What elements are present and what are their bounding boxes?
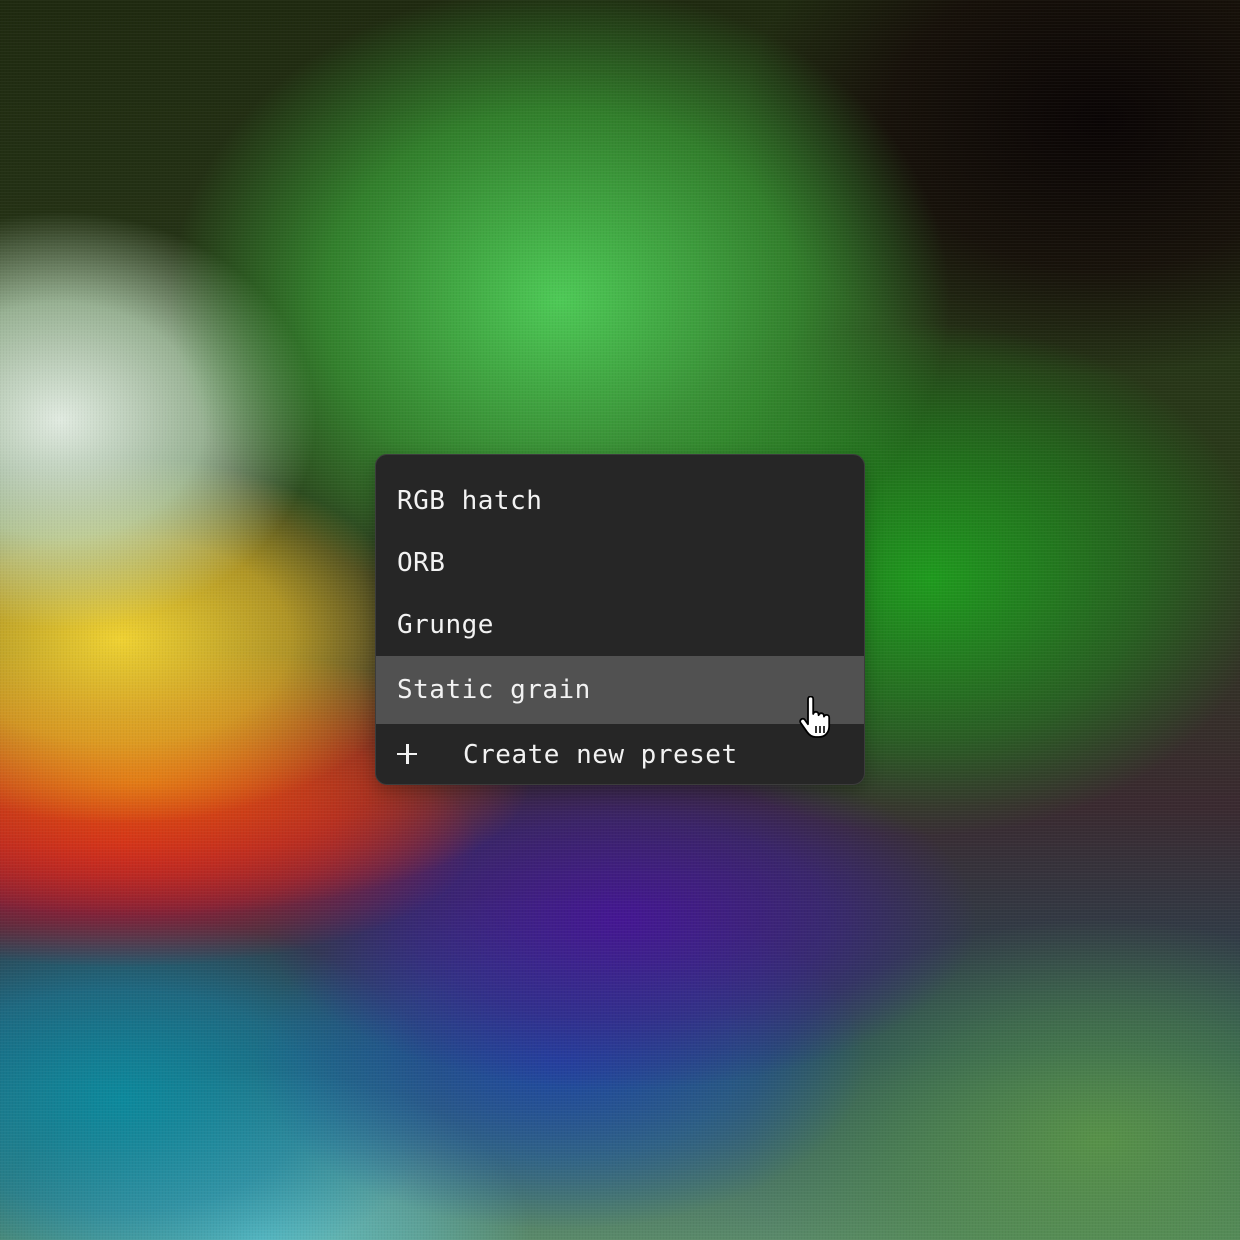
menu-item-label: Grunge — [397, 610, 494, 640]
menu-item-orb[interactable]: ORB — [376, 532, 864, 594]
preset-dropdown-menu: RGB hatch ORB Grunge Static grain Create… — [375, 454, 865, 785]
menu-item-static-grain[interactable]: Static grain — [376, 656, 864, 724]
menu-item-label: RGB hatch — [397, 486, 543, 516]
hand-pointer-icon — [799, 696, 831, 738]
create-new-preset-button[interactable]: Create new preset — [376, 724, 864, 784]
menu-item-label: Static grain — [397, 675, 591, 705]
menu-item-label: ORB — [397, 548, 446, 578]
menu-item-grunge[interactable]: Grunge — [376, 594, 864, 656]
create-new-preset-label: Create new preset — [463, 740, 738, 770]
menu-item-rgb-hatch[interactable]: RGB hatch — [376, 470, 864, 532]
plus-icon — [397, 743, 417, 764]
